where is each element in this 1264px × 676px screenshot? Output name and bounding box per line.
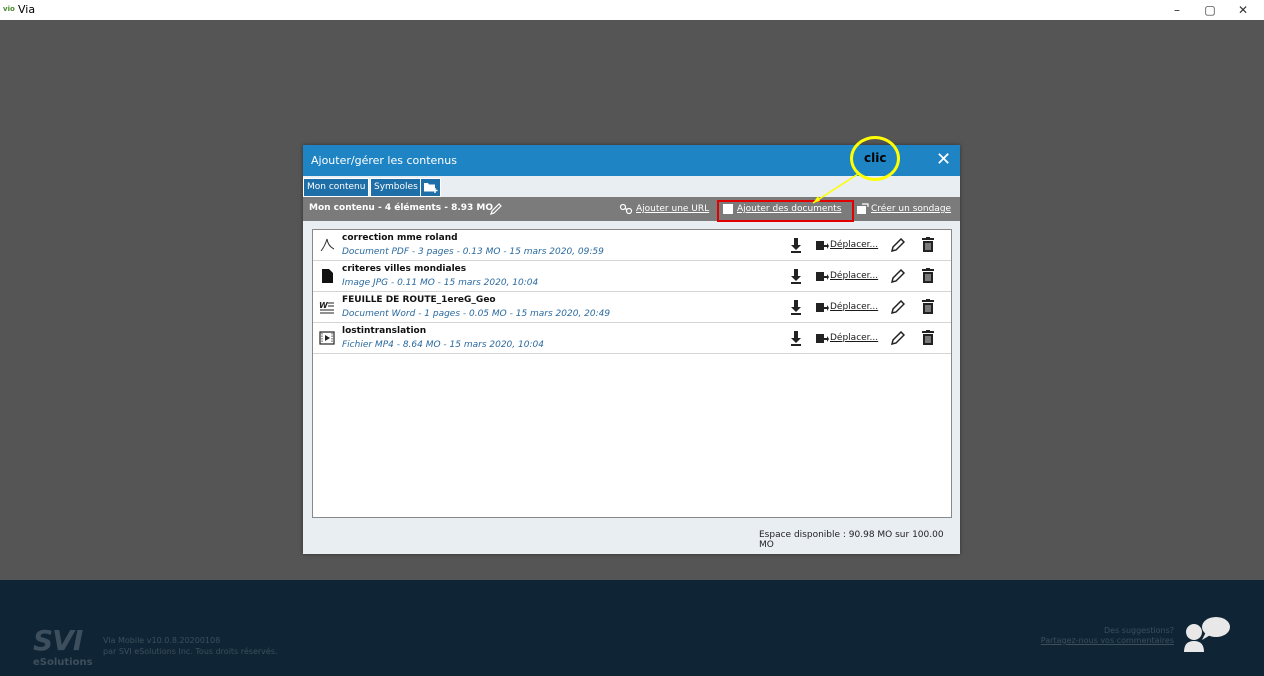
content-dialog: Ajouter/gérer les contenus ✕ Mon contenu…	[303, 145, 960, 554]
item-name: lostintranslation	[342, 326, 427, 336]
version-line: Via Mobile v10.0.8.20200108	[103, 636, 221, 645]
content-toolbar: Mon contenu - 4 éléments - 8.93 MO Ajout…	[303, 197, 960, 221]
content-summary: Mon contenu - 4 éléments - 8.93 MO	[309, 203, 494, 213]
suggestions: Des suggestions? Partagez-nous vos comme…	[1041, 626, 1174, 646]
download-icon[interactable]	[790, 330, 802, 346]
copyright-line: par SVI eSolutions Inc. Tous droits rése…	[103, 647, 278, 656]
feedback-chat-icon[interactable]	[1182, 614, 1232, 654]
link-icon	[619, 203, 633, 215]
trash-icon[interactable]	[922, 237, 934, 252]
download-icon[interactable]	[790, 299, 802, 315]
pencil-icon[interactable]	[489, 202, 503, 216]
edit-icon[interactable]	[891, 331, 905, 345]
edit-icon[interactable]	[891, 269, 905, 283]
new-folder-button[interactable]	[420, 178, 441, 197]
footer: SVI eSolutions Via Mobile v10.0.8.202001…	[0, 580, 1264, 676]
item-meta: Document PDF - 3 pages - 0.13 MO - 15 ma…	[342, 247, 604, 257]
svi-logo: SVI eSolutions	[33, 624, 93, 668]
item-name: FEUILLE DE ROUTE_1ereG_Geo	[342, 295, 496, 305]
download-icon[interactable]	[790, 237, 802, 253]
move-link[interactable]: Déplacer...	[830, 240, 878, 250]
dialog-tabs: Mon contenu Symboles	[303, 176, 960, 197]
download-icon[interactable]	[790, 268, 802, 284]
item-meta: Image JPG - 0.11 MO - 15 mars 2020, 10:0…	[342, 278, 539, 288]
suggestions-title: Des suggestions?	[1103, 626, 1174, 635]
dialog-title: Ajouter/gérer les contenus	[311, 154, 457, 167]
trash-icon[interactable]	[922, 299, 934, 314]
trash-icon[interactable]	[922, 268, 934, 283]
svg-text:W: W	[319, 301, 329, 310]
move-icon[interactable]	[816, 332, 829, 344]
pdf-icon	[320, 238, 335, 252]
content-list: correction mme roland Document PDF - 3 p…	[312, 229, 952, 518]
move-link[interactable]: Déplacer...	[830, 302, 878, 312]
close-window-button[interactable]: ✕	[1226, 0, 1260, 20]
highlight-box	[717, 200, 854, 222]
image-icon	[322, 269, 333, 283]
word-icon: W	[319, 301, 334, 314]
item-name: criteres villes mondiales	[342, 264, 467, 274]
list-item[interactable]: criteres villes mondiales Image JPG - 0.…	[313, 261, 951, 292]
tab-symboles[interactable]: Symboles	[370, 178, 422, 197]
edit-icon[interactable]	[891, 238, 905, 252]
dialog-close-button[interactable]: ✕	[936, 149, 951, 170]
list-item[interactable]: correction mme roland Document PDF - 3 p…	[313, 230, 951, 261]
svi-logo-text: SVI	[33, 624, 83, 657]
create-poll-link[interactable]: Créer un sondage	[871, 204, 951, 214]
add-url-link[interactable]: Ajouter une URL	[636, 204, 709, 214]
trash-icon[interactable]	[922, 330, 934, 345]
list-item[interactable]: lostintranslation Fichier MP4 - 8.64 MO …	[313, 323, 951, 354]
feedback-link[interactable]: Partagez-nous vos commentaires	[1041, 636, 1174, 645]
list-item[interactable]: W FEUILLE DE ROUTE_1ereG_Geo Document Wo…	[313, 292, 951, 323]
version-info: Via Mobile v10.0.8.20200108 par SVI eSol…	[103, 635, 278, 657]
video-icon	[319, 331, 335, 345]
svi-logo-subtext: eSolutions	[33, 657, 93, 668]
item-meta: Fichier MP4 - 8.64 MO - 15 mars 2020, 10…	[342, 340, 544, 350]
tab-mon-contenu[interactable]: Mon contenu	[303, 178, 370, 197]
item-meta: Document Word - 1 pages - 0.05 MO - 15 m…	[342, 309, 611, 319]
item-name: correction mme roland	[342, 233, 458, 243]
move-icon[interactable]	[816, 301, 829, 313]
poll-icon	[857, 203, 869, 214]
move-link[interactable]: Déplacer...	[830, 271, 878, 281]
app-logo-icon: vio	[3, 5, 15, 13]
move-icon[interactable]	[816, 239, 829, 251]
folder-add-icon	[424, 183, 438, 193]
available-space: Espace disponible : 90.98 MO sur 100.00 …	[759, 530, 944, 550]
maximize-button[interactable]: ▢	[1193, 0, 1227, 20]
move-icon[interactable]	[816, 270, 829, 282]
move-link[interactable]: Déplacer...	[830, 333, 878, 343]
edit-icon[interactable]	[891, 300, 905, 314]
minimize-button[interactable]: –	[1160, 0, 1194, 20]
window-titlebar: vio Via – ▢ ✕	[0, 0, 1264, 20]
annotation-label: clic	[864, 151, 887, 165]
window-title: Via	[18, 3, 36, 16]
